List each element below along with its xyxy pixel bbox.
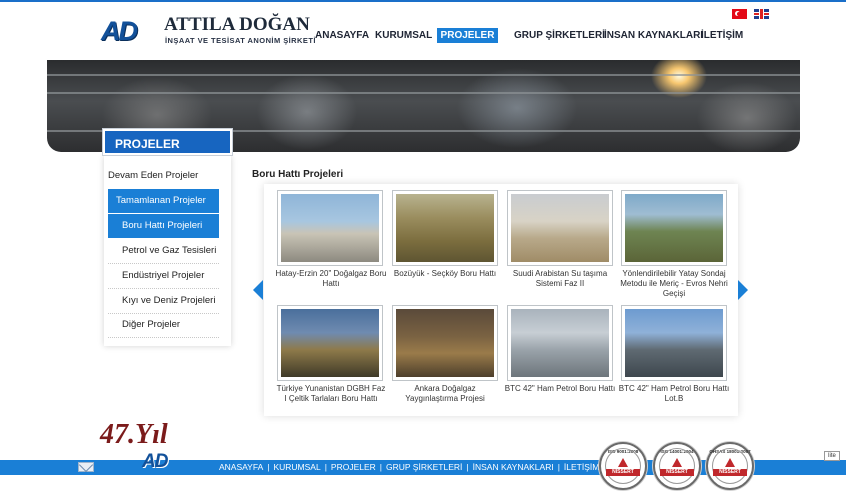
content-title: Boru Hattı Projeleri [252, 169, 344, 180]
project-thumbnail[interactable] [621, 305, 727, 381]
sidebar-item-tamamlanan[interactable]: Tamamlanan Projeler [108, 189, 219, 213]
project-caption[interactable]: Hatay-Erzin 20" Doğalgaz Boru Hattı [275, 269, 387, 289]
footer-links: ANASAYFA | KURUMSAL | PROJELER | GRUP ŞİRKETLE… [219, 460, 599, 475]
footer-link-grup-sirketleri[interactable]: GRUP ŞİRKETLERİ [386, 460, 462, 475]
ohsas-18001-cert-badge: OHSAS 18001:2007 NISSERT [706, 442, 754, 490]
nav-kurumsal[interactable]: KURUMSAL [375, 28, 432, 43]
project-thumbnail[interactable] [392, 190, 498, 266]
project-caption[interactable]: Yönlendirilebilir Yatay Sondaj Metodu il… [618, 269, 730, 299]
project-thumbnail[interactable] [621, 190, 727, 266]
logo-name: ATTILA DOĞAN [164, 14, 310, 35]
footer-logo-mark: AD [142, 451, 168, 472]
project-thumbnail[interactable] [277, 305, 383, 381]
nissert-logo-icon [672, 458, 682, 467]
footer-link-projeler[interactable]: PROJELER [331, 460, 376, 475]
footer-link-iletisim[interactable]: İLETİŞİM [564, 460, 599, 475]
company-logo[interactable]: AD ATTILA DOĞAN İNŞAAT VE TESİSAT ANONİM… [101, 15, 315, 47]
footer-link-anasayfa[interactable]: ANASAYFA [219, 460, 263, 475]
nav-projeler[interactable]: PROJELER [437, 28, 498, 43]
top-accent-line [0, 0, 846, 2]
sidebar-item-kiyi-deniz[interactable]: Kıyı ve Deniz Projeleri [108, 289, 219, 314]
sidebar-item-diger[interactable]: Diğer Projeler [108, 313, 219, 338]
gallery-prev-arrow-icon[interactable] [253, 280, 263, 300]
sidebar-item-endustriyel[interactable]: Endüstriyel Projeler [108, 264, 219, 289]
sidebar-title: PROJELER [103, 129, 232, 155]
mail-icon[interactable] [78, 462, 94, 472]
anniversary-logo: 47.Yıl [100, 419, 168, 450]
logo-mark: AD [101, 16, 138, 46]
sidebar-item-boru-hatti[interactable]: Boru Hattı Projeleri [108, 214, 219, 238]
project-thumbnail[interactable] [507, 305, 613, 381]
project-caption[interactable]: BTC 42" Ham Petrol Boru Hattı Lot.B [618, 384, 730, 404]
logo-subtitle: İNŞAAT VE TESİSAT ANONİM ŞİRKETİ [165, 36, 316, 45]
nissert-logo-icon [725, 458, 735, 467]
nav-iletisim[interactable]: İLETİŞİM [701, 28, 743, 43]
turkish-flag-icon[interactable] [732, 9, 747, 19]
project-caption[interactable]: Türkiye Yunanistan DGBH Faz I Çeltik Tar… [275, 384, 387, 404]
nissert-logo-icon [618, 458, 628, 467]
uk-flag-icon[interactable] [754, 9, 769, 19]
nav-anasayfa[interactable]: ANASAYFA [315, 28, 369, 43]
project-caption[interactable]: BTC 42" Ham Petrol Boru Hattı [504, 384, 616, 394]
sidebar-item-devam-eden[interactable]: Devam Eden Projeler [108, 164, 219, 188]
nav-grup-sirketleri[interactable]: GRUP ŞİRKETLERİ [514, 28, 605, 43]
project-thumbnail[interactable] [507, 190, 613, 266]
iso-14001-cert-badge: ISO 14001:2004 NISSERT [653, 442, 701, 490]
iso-9001-cert-badge: ISO 9001:2008 NISSERT [599, 442, 647, 490]
footer-link-kurumsal[interactable]: KURUMSAL [273, 460, 320, 475]
project-caption[interactable]: Bozüyük - Seçköy Boru Hattı [389, 269, 501, 279]
project-caption[interactable]: Suudi Arabistan Su taşıma Sistemi Faz II [504, 269, 616, 289]
sidebar-item-petrol-gaz[interactable]: Petrol ve Gaz Tesisleri [108, 239, 219, 264]
project-thumbnail[interactable] [392, 305, 498, 381]
project-caption[interactable]: Ankara Doğalgaz Yaygınlaştırma Projesi [389, 384, 501, 404]
lite-badge[interactable]: lite [824, 451, 840, 461]
nav-insan-kaynaklari[interactable]: İNSAN KAYNAKLARI [604, 28, 703, 43]
footer-link-insan-kaynaklari[interactable]: İNSAN KAYNAKLARI [473, 460, 554, 475]
project-thumbnail[interactable] [277, 190, 383, 266]
gallery-next-arrow-icon[interactable] [738, 280, 748, 300]
